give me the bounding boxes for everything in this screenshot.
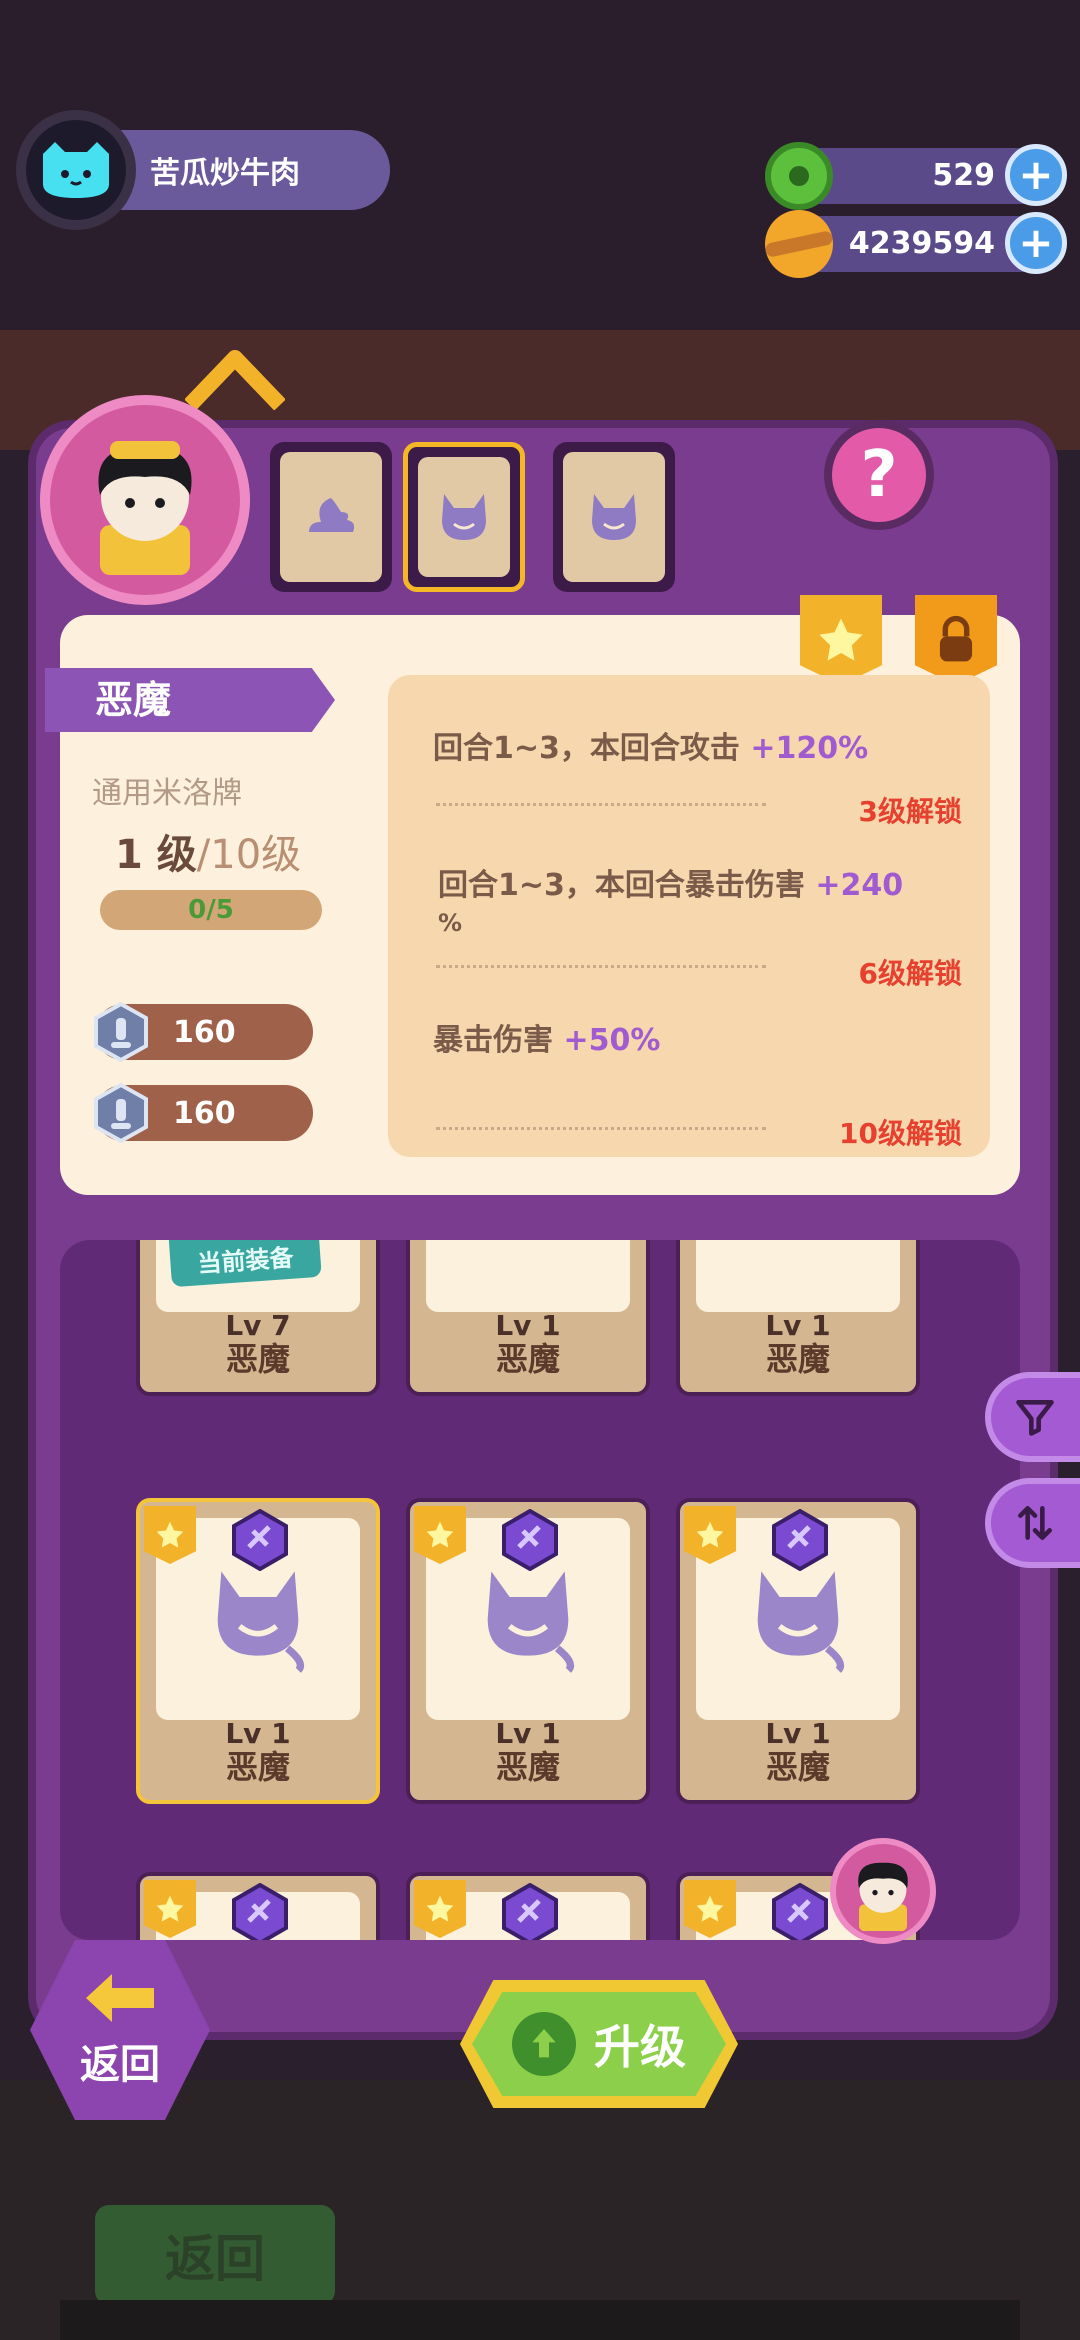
rank-hex-icon (770, 1882, 830, 1940)
card-name: 恶魔 (765, 1340, 830, 1378)
effect-1-text: 回合1~3，本回合攻击 +120% (433, 723, 953, 767)
rank-hex-icon (500, 1882, 560, 1940)
currency-value: 4239594 (848, 226, 995, 261)
upgrade-button[interactable]: 升级 (472, 1992, 726, 2096)
card-name: 恶魔 (225, 1748, 290, 1786)
inventory-card[interactable]: Lv 1 恶魔 (676, 1240, 920, 1396)
background-back-button: 返回 (95, 2205, 335, 2305)
add-currency-button[interactable]: + (1005, 212, 1067, 274)
progress-text: 0/5 (188, 895, 234, 925)
effect-1-label: 回合1~3，本回合攻击 (433, 731, 751, 766)
chevron-up-icon (185, 350, 285, 410)
upgrade-cost-2: 160 (94, 1083, 313, 1143)
upgrade-label: 升级 (594, 2020, 686, 2074)
inventory-card[interactable]: 当前装备 Lv 7 恶魔 (136, 1240, 380, 1396)
effect-1-unlock: 3级解锁 (858, 795, 962, 828)
rank-hex-icon (770, 1508, 830, 1572)
rank-hex-icon (500, 1508, 560, 1572)
divider (436, 1127, 766, 1130)
card-tab-2[interactable] (403, 442, 525, 592)
card-name: 恶魔 (765, 1748, 830, 1786)
currency-bar-donut: 529 + (765, 142, 1067, 210)
card-level: 1 级/10级 (115, 822, 301, 880)
inventory-card[interactable] (136, 1872, 380, 1940)
effect-2-unlock: 6级解锁 (858, 957, 962, 990)
effect-2-text: 回合1~3，本回合暴击伤害 +240 % (438, 860, 958, 939)
effect-2-value: +240 (815, 868, 904, 903)
devil-icon (217, 1571, 305, 1673)
divider (436, 965, 766, 968)
level-progress-bar: 0/5 (100, 890, 322, 930)
effect-3-unlock: 10级解锁 (839, 1117, 962, 1150)
effect-1-value: +120% (750, 731, 869, 766)
hex-gem-icon (91, 1002, 151, 1062)
hero-character-icon (858, 1862, 908, 1931)
inventory-card-selected[interactable]: Lv 1 恶魔 (136, 1498, 380, 1804)
sort-icon (1018, 1506, 1052, 1540)
level-current: 1 级 (115, 832, 197, 878)
effects-list: 回合1~3，本回合攻击 +120% 3级解锁 回合1~3，本回合暴击伤害 +24… (388, 675, 990, 1157)
cat-face-icon (43, 142, 109, 198)
cost-value: 160 (173, 1095, 236, 1131)
filter-icon (1016, 1400, 1054, 1436)
effect-2-label: 回合1~3，本回合暴击伤害 (438, 868, 816, 903)
equipped-hero-avatar (830, 1838, 936, 1944)
effect-3-text: 暴击伤害 +50% (433, 1015, 953, 1059)
sort-button[interactable] (985, 1478, 1080, 1568)
divider (436, 803, 766, 806)
card-subtype: 通用米洛牌 (92, 776, 242, 811)
hero-portrait[interactable] (40, 395, 250, 605)
upgrade-cost-1: 160 (94, 1002, 313, 1062)
back-button[interactable]: 返回 (40, 1950, 200, 2110)
moon-cloud-icon (309, 498, 355, 532)
level-max: /10级 (196, 832, 302, 878)
player-avatar[interactable] (16, 110, 136, 230)
devil-icon (592, 494, 636, 540)
planet-coin-icon (764, 210, 834, 278)
green-donut-coin-icon (765, 142, 833, 210)
inventory-card[interactable] (406, 1872, 650, 1940)
currency-bar-planet: 4239594 + (764, 210, 1067, 278)
inventory-card[interactable]: Lv 1 恶魔 (676, 1498, 920, 1804)
inventory-card[interactable]: Lv 1 恶魔 (406, 1498, 650, 1804)
add-currency-button[interactable]: + (1005, 144, 1067, 206)
filter-button[interactable] (985, 1372, 1080, 1462)
card-tab-1[interactable] (270, 442, 392, 592)
back-label: 返回 (80, 2042, 160, 2088)
cost-value: 160 (173, 1014, 236, 1050)
arrow-left-icon (86, 1974, 154, 2022)
effect-2-tail: % (438, 909, 463, 937)
devil-icon (757, 1571, 845, 1673)
card-name: 恶魔 (495, 1748, 560, 1786)
background-bar (60, 2300, 1020, 2340)
card-name-banner: 恶魔 (45, 668, 335, 732)
currency-value: 529 (932, 158, 995, 193)
player-profile[interactable]: 苦瓜炒牛肉 (16, 110, 390, 230)
rank-hex-icon (230, 1508, 290, 1572)
lock-icon (939, 615, 973, 662)
effect-3-value: +50% (563, 1023, 661, 1058)
help-button[interactable]: ? (824, 420, 934, 530)
devil-icon (442, 494, 486, 540)
rank-hex-icon (230, 1882, 290, 1940)
player-name: 苦瓜炒牛肉 (150, 156, 300, 191)
devil-icon (487, 1571, 575, 1673)
card-name: 恶魔 (495, 1340, 560, 1378)
hero-character-icon (98, 441, 192, 575)
hex-gem-icon (91, 1083, 151, 1143)
card-name: 恶魔 (225, 1340, 290, 1378)
card-inventory-grid[interactable]: 当前装备 Lv 7 恶魔 Lv 1 恶魔 Lv 1 恶魔 Lv 1 恶魔 Lv … (60, 1240, 1020, 1940)
effect-3-label: 暴击伤害 (433, 1023, 564, 1058)
arrow-up-icon (512, 2012, 576, 2076)
card-tab-3[interactable] (553, 442, 675, 592)
star-icon (819, 618, 863, 661)
inventory-card[interactable]: Lv 1 恶魔 (406, 1240, 650, 1396)
